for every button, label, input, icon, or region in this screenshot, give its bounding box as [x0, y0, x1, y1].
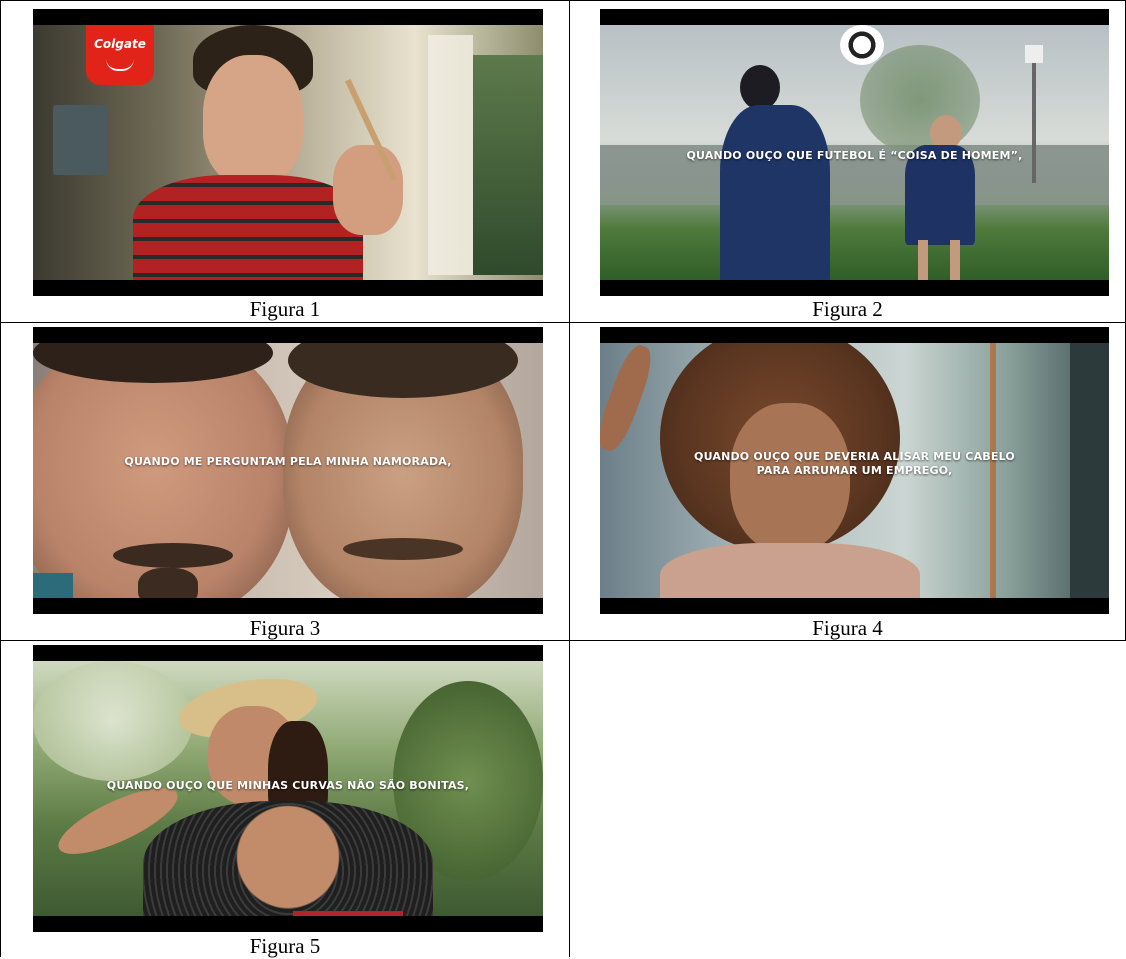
figure-4-subtitle-line2: PARA ARRUMAR UM EMPREGO,	[756, 464, 953, 477]
figure-5-subtitle: QUANDO OUÇO QUE MINHAS CURVAS NÃO SÃO BO…	[106, 779, 470, 792]
figure-5-caption: Figura 5	[249, 934, 321, 958]
brand-logo: Colgate	[86, 25, 154, 85]
smile-icon	[106, 59, 134, 71]
figure-3-subtitle: QUANDO ME PERGUNTAM PELA MINHA NAMORADA,	[124, 455, 452, 468]
figure-1-image: Colgate	[33, 9, 543, 296]
figure-4-subtitle-line1: QUANDO OUÇO QUE DEVERIA ALISAR MEU CABEL…	[694, 450, 1015, 463]
figure-3-caption: Figura 3	[249, 616, 321, 640]
figure-2-cell: QUANDO OUÇO QUE FUTEBOL É “COISA DE HOME…	[570, 1, 1125, 322]
figure-4-caption: Figura 4	[812, 616, 883, 640]
figure-2-image: QUANDO OUÇO QUE FUTEBOL É “COISA DE HOME…	[600, 9, 1109, 296]
figure-3-image: QUANDO ME PERGUNTAM PELA MINHA NAMORADA,	[33, 327, 543, 614]
figure-2-subtitle: QUANDO OUÇO QUE FUTEBOL É “COISA DE HOME…	[686, 149, 1023, 162]
figure-3-cell: QUANDO ME PERGUNTAM PELA MINHA NAMORADA,…	[1, 323, 569, 640]
figure-2-caption: Figura 2	[812, 297, 883, 321]
figure-4-image: QUANDO OUÇO QUE DEVERIA ALISAR MEU CABEL…	[600, 327, 1109, 614]
figure-1-cell: Colgate Figura 1	[1, 1, 569, 322]
figure-table: Colgate Figura 1 QUANDO OUÇO QUE FUTEBOL	[0, 0, 1126, 958]
figure-1-caption: Figura 1	[249, 297, 321, 321]
figure-5-cell: QUANDO OUÇO QUE MINHAS CURVAS NÃO SÃO BO…	[1, 641, 569, 958]
figure-5-image: QUANDO OUÇO QUE MINHAS CURVAS NÃO SÃO BO…	[33, 645, 543, 932]
figure-4-cell: QUANDO OUÇO QUE DEVERIA ALISAR MEU CABEL…	[570, 323, 1125, 640]
